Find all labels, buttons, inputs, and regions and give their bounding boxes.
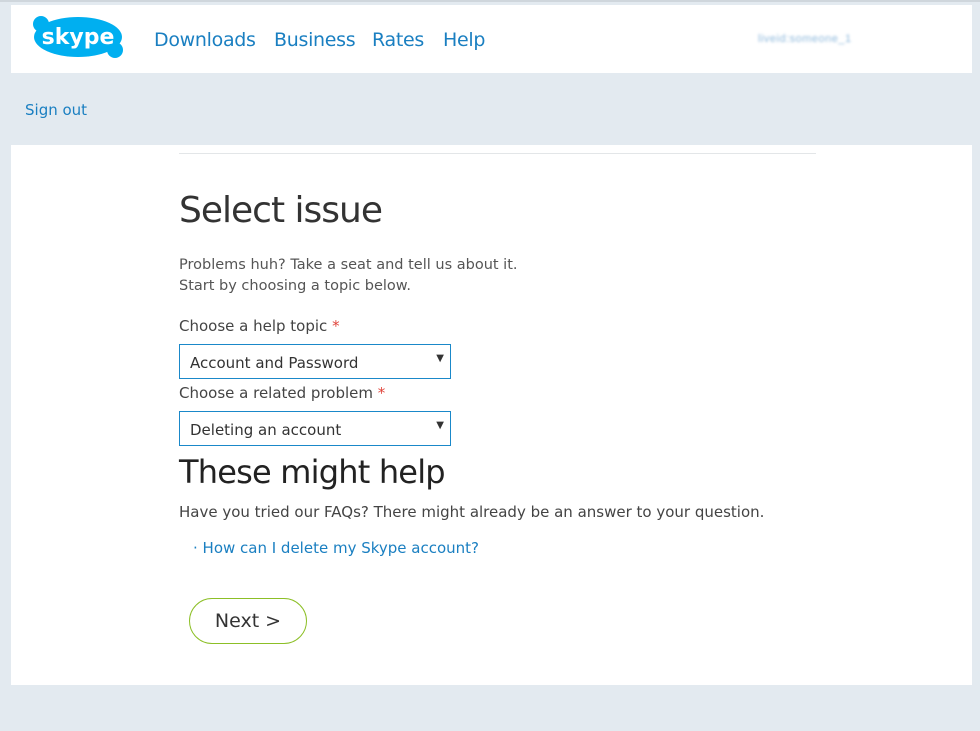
sign-out-link[interactable]: Sign out — [25, 101, 87, 119]
help-section-text: Have you tried our FAQs? There might alr… — [179, 503, 765, 521]
page-title: Select issue — [179, 190, 383, 231]
required-mark: * — [332, 317, 340, 335]
intro-line-1: Problems huh? Take a seat and tell us ab… — [179, 257, 518, 273]
required-mark: * — [377, 384, 386, 402]
help-topic-select[interactable]: Account and Password ▼ — [179, 344, 451, 379]
main-panel: Select issue Problems huh? Take a seat a… — [11, 145, 972, 685]
header-bar: skype Downloads Business Rates Help live… — [11, 5, 972, 73]
related-problem-value: Deleting an account — [190, 421, 342, 439]
intro-text: Problems huh? Take a seat and tell us ab… — [179, 255, 518, 297]
nav-business[interactable]: Business — [274, 29, 356, 51]
divider — [179, 153, 816, 154]
dropdown-arrow-icon: ▼ — [436, 420, 444, 431]
topic-label: Choose a help topic * — [179, 317, 340, 335]
skype-logo[interactable]: skype — [33, 14, 123, 60]
nav-help[interactable]: Help — [443, 29, 485, 51]
problem-label-text: Choose a related problem — [179, 384, 373, 402]
help-topic-value: Account and Password — [190, 354, 359, 372]
next-button[interactable]: Next > — [189, 598, 307, 644]
dropdown-arrow-icon: ▼ — [436, 353, 444, 364]
username: liveid:someone_1 — [758, 33, 852, 45]
window-top-border — [0, 0, 980, 2]
faq-link-delete-account[interactable]: · How can I delete my Skype account? — [193, 539, 479, 557]
nav-rates[interactable]: Rates — [372, 29, 424, 51]
nav-downloads[interactable]: Downloads — [154, 29, 256, 51]
help-section-title: These might help — [179, 453, 446, 491]
intro-line-2: Start by choosing a topic below. — [179, 278, 411, 294]
logo-text: skype — [42, 25, 115, 50]
related-problem-select[interactable]: Deleting an account ▼ — [179, 411, 451, 446]
problem-label: Choose a related problem * — [179, 384, 385, 402]
topic-label-text: Choose a help topic — [179, 317, 328, 335]
